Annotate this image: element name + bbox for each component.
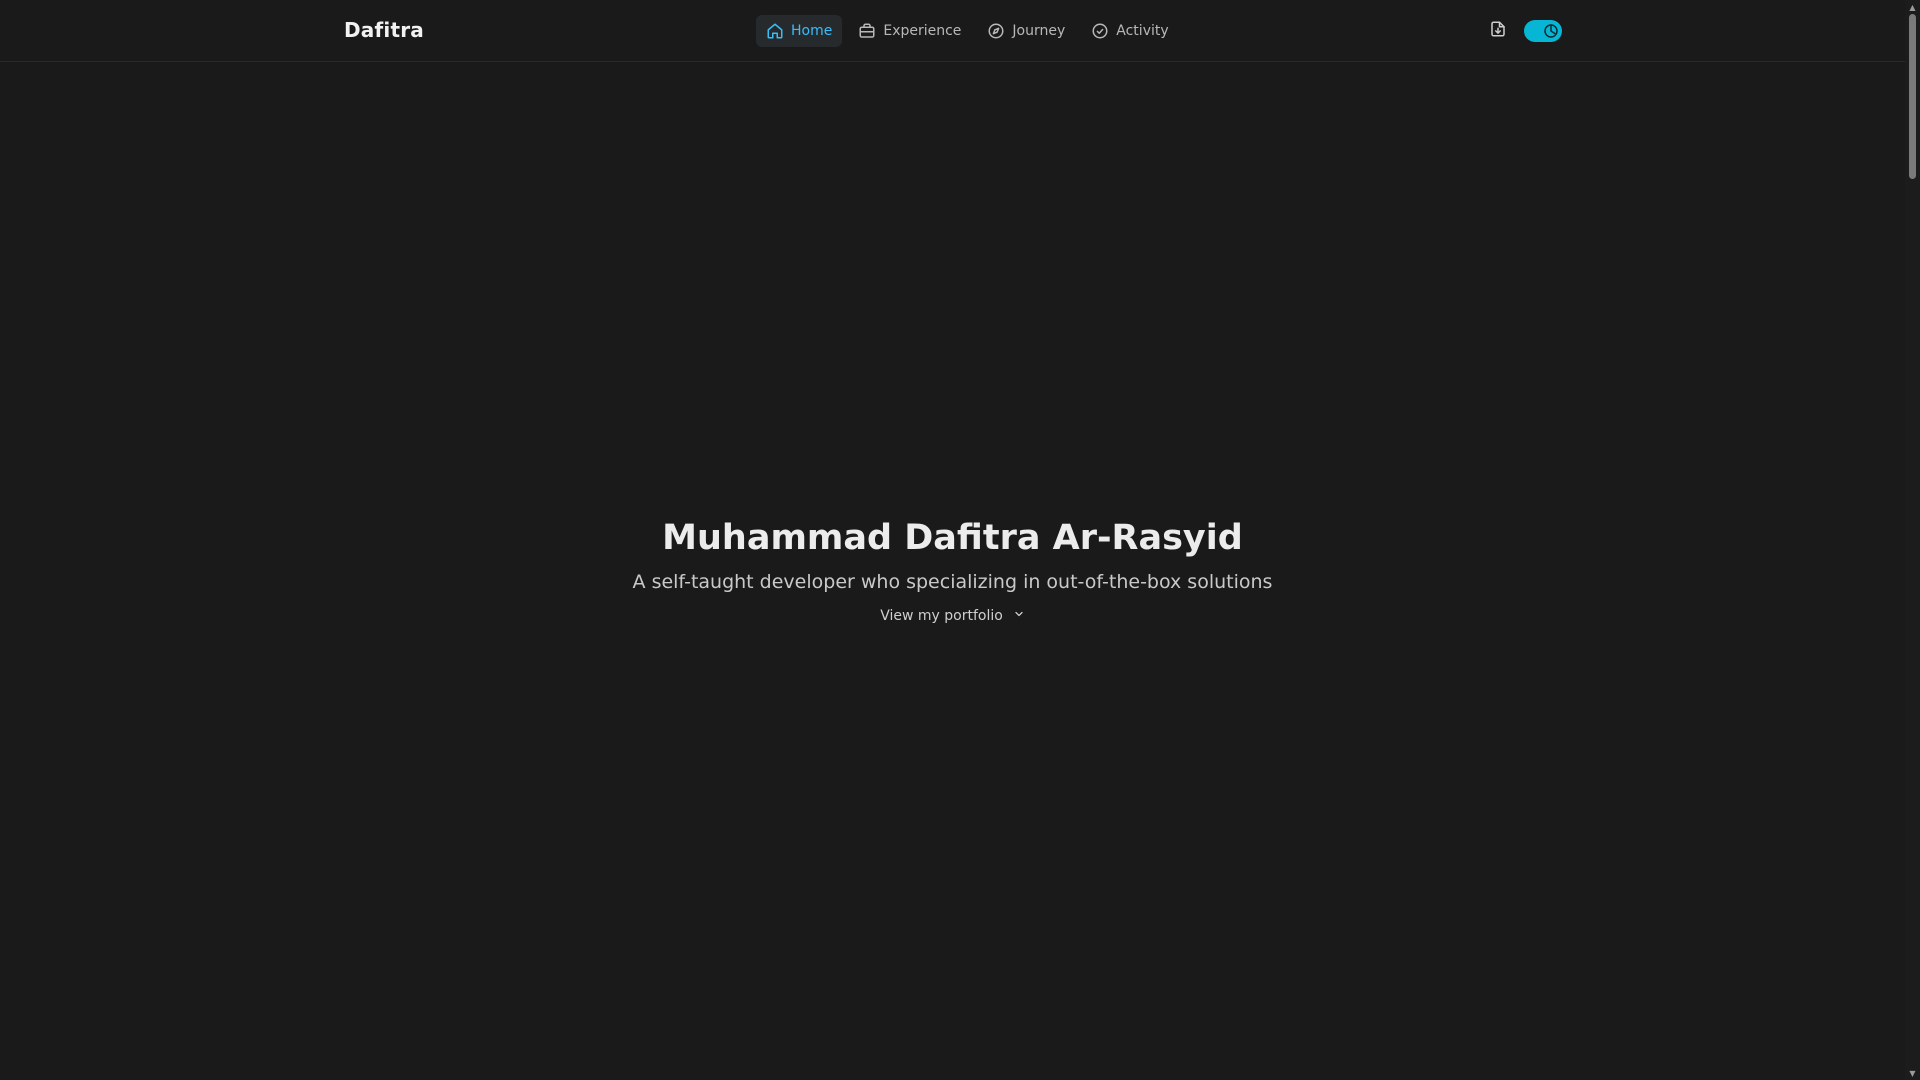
nav-item-label: Activity bbox=[1116, 23, 1169, 39]
main-nav: Home Experience Journey Activity bbox=[756, 15, 1179, 47]
brand-logo[interactable]: Dafitra bbox=[344, 18, 424, 42]
file-download-icon bbox=[1489, 19, 1507, 43]
check-circle-icon bbox=[1091, 22, 1109, 40]
theme-toggle[interactable] bbox=[1524, 20, 1562, 42]
hero-section: Muhammad Dafitra Ar-Rasyid A self-taught… bbox=[0, 510, 1905, 624]
view-portfolio-button[interactable]: View my portfolio bbox=[880, 608, 1025, 624]
nav-item-experience[interactable]: Experience bbox=[848, 15, 971, 47]
vertical-scrollbar[interactable]: ▲ ▼ bbox=[1905, 0, 1920, 1080]
page: Dafitra Home Experience Journey Activity… bbox=[0, 0, 1920, 1080]
compass-icon bbox=[987, 22, 1005, 40]
nav-item-label: Journey bbox=[1012, 23, 1066, 39]
briefcase-icon bbox=[858, 22, 876, 40]
nav-item-journey[interactable]: Journey bbox=[977, 15, 1075, 47]
hero-subtitle: A self-taught developer who specializing… bbox=[632, 571, 1273, 593]
header-actions bbox=[1488, 20, 1562, 42]
chevron-down-icon bbox=[1013, 608, 1025, 624]
nav-item-activity[interactable]: Activity bbox=[1081, 15, 1178, 47]
hero-title: Muhammad Dafitra Ar-Rasyid bbox=[662, 518, 1243, 558]
nav-item-home[interactable]: Home bbox=[756, 15, 843, 47]
nav-item-label: Home bbox=[791, 23, 833, 39]
nav-item-label: Experience bbox=[883, 23, 962, 39]
navbar: Dafitra Home Experience Journey Activity bbox=[0, 0, 1905, 62]
view-portfolio-label: View my portfolio bbox=[880, 608, 1003, 624]
download-resume-button[interactable] bbox=[1488, 20, 1508, 42]
moon-icon bbox=[1542, 22, 1560, 40]
home-icon bbox=[766, 22, 784, 40]
scroll-up-arrow-icon[interactable]: ▲ bbox=[1905, 0, 1920, 14]
scroll-down-arrow-icon[interactable]: ▼ bbox=[1905, 1066, 1920, 1080]
scrollbar-thumb[interactable] bbox=[1909, 14, 1916, 179]
